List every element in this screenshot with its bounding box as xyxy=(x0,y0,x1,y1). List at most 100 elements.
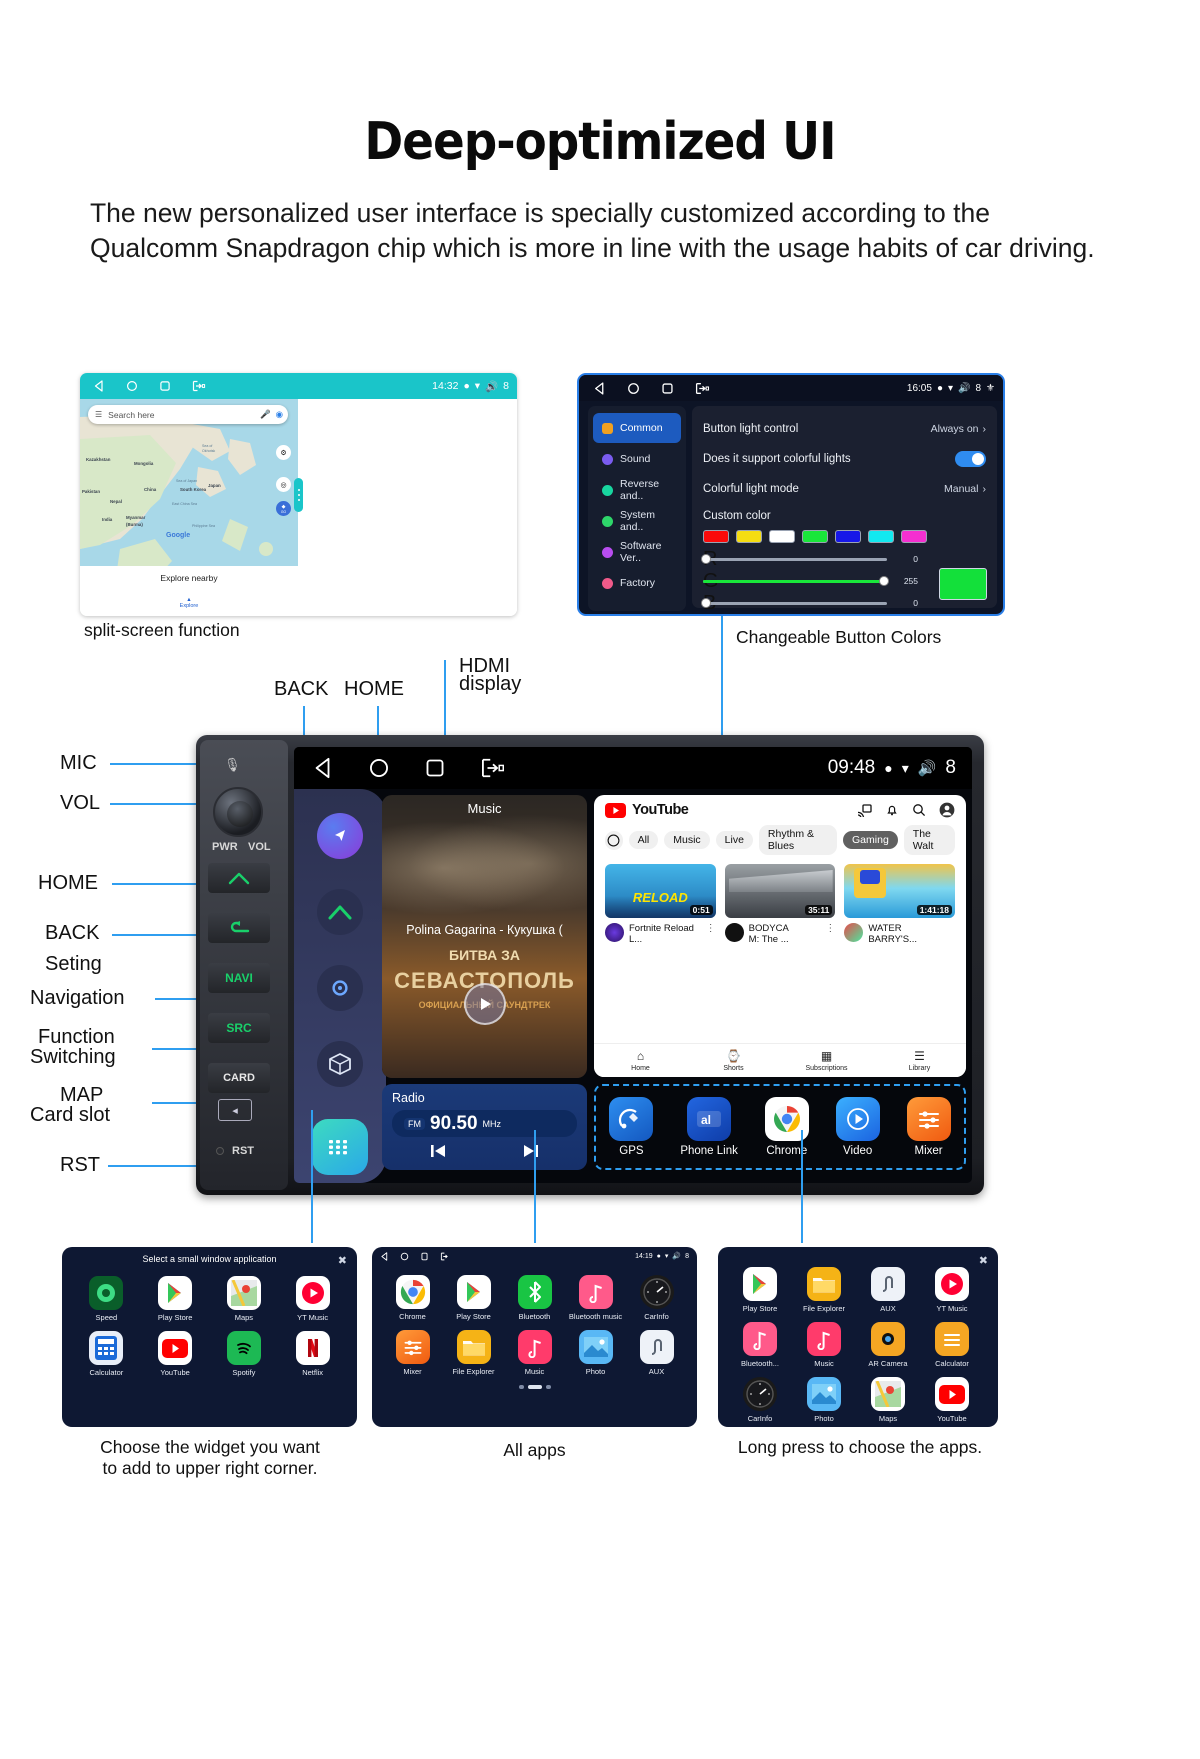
dock-item-phone-link[interactable]: al Phone Link xyxy=(680,1097,738,1157)
mic-icon[interactable]: 🎤 xyxy=(260,409,271,420)
page-dot[interactable] xyxy=(545,1385,551,1389)
list-item[interactable]: Calculator xyxy=(920,1322,984,1368)
map-bottom-tab[interactable]: ▲ Explore xyxy=(80,590,298,616)
map-go-button[interactable]: ◆ GO xyxy=(276,501,291,516)
avatar-icon[interactable]: ◉ xyxy=(276,409,283,420)
split-divider-handle[interactable] xyxy=(294,478,303,512)
list-item[interactable]: Maps xyxy=(856,1377,920,1423)
video-thumbnail[interactable]: RELOAD 0:51 xyxy=(605,864,716,918)
chip-music[interactable]: Music xyxy=(664,831,710,849)
swatch-blue[interactable] xyxy=(835,530,861,543)
list-item[interactable]: S xyxy=(984,1267,998,1313)
list-item[interactable]: Calculator xyxy=(72,1331,141,1377)
home-icon[interactable] xyxy=(126,380,138,392)
swatch-white[interactable] xyxy=(769,530,795,543)
swatch-red[interactable] xyxy=(703,530,729,543)
map-locate-button[interactable]: ◎ xyxy=(276,477,291,492)
list-item[interactable]: AUX xyxy=(626,1330,687,1376)
youtube-widget[interactable]: YouTube All Music Live Rhythm & Blues Ga… xyxy=(594,795,966,1077)
video-card[interactable]: RELOAD 0:51 Fortnite Reload L... ⋮ xyxy=(605,864,716,945)
video-thumbnail[interactable]: 1:41:18 xyxy=(844,864,956,918)
map-layers-button[interactable]: ⚙ xyxy=(276,445,291,460)
recents-icon[interactable] xyxy=(420,1252,429,1261)
hdmi-display-icon[interactable] xyxy=(192,380,206,392)
back-icon[interactable] xyxy=(312,757,334,779)
color-swatch-list[interactable] xyxy=(703,530,986,543)
tab-library[interactable]: ☰ Library xyxy=(873,1044,966,1077)
list-item[interactable]: Bluetooth music xyxy=(565,1275,626,1321)
list-item[interactable]: Maps xyxy=(210,1276,279,1322)
list-item[interactable]: C xyxy=(984,1322,998,1368)
notifications-icon[interactable] xyxy=(885,803,899,817)
slider-green[interactable]: G 255 xyxy=(703,570,918,592)
dock-item-mixer[interactable]: Mixer xyxy=(906,1097,951,1157)
list-item[interactable]: Ins xyxy=(984,1377,998,1423)
recents-icon[interactable] xyxy=(159,380,171,392)
recents-icon[interactable] xyxy=(661,382,674,395)
video-thumbnail[interactable]: 35:11 xyxy=(724,864,836,918)
explore-chip[interactable] xyxy=(605,830,623,850)
card-eject-icon[interactable]: ◂ xyxy=(218,1099,252,1121)
list-item[interactable]: Play Store xyxy=(728,1267,792,1313)
swatch-magenta[interactable] xyxy=(901,530,927,543)
search-icon[interactable] xyxy=(912,803,926,817)
list-item[interactable]: Music xyxy=(792,1322,856,1368)
home-button[interactable] xyxy=(208,863,270,893)
src-button[interactable]: SRC xyxy=(208,1013,270,1043)
close-icon[interactable]: ✖ xyxy=(979,1254,988,1267)
list-item[interactable]: Photo xyxy=(565,1330,626,1376)
page-dot-active[interactable] xyxy=(527,1385,542,1389)
setting-row-button-light[interactable]: Button light control Always on › xyxy=(703,414,986,444)
list-item[interactable]: Play Store xyxy=(141,1276,210,1322)
prev-button[interactable] xyxy=(428,1143,448,1159)
navigation-icon[interactable] xyxy=(317,813,363,859)
music-widget[interactable]: Music Polina Gagarina - Кукушка ( БИТВА … xyxy=(382,795,587,1078)
list-item[interactable]: Chrome xyxy=(382,1275,443,1321)
overflow-menu-icon[interactable]: ⋮ xyxy=(825,923,835,934)
page-indicator[interactable] xyxy=(372,1385,697,1389)
back-button[interactable] xyxy=(208,913,270,943)
volume-knob[interactable] xyxy=(213,787,263,837)
all-apps-icon[interactable] xyxy=(312,1119,368,1175)
sidebar-item-sound[interactable]: Sound xyxy=(593,444,681,474)
tab-subscriptions[interactable]: ▦ Subscriptions xyxy=(780,1044,873,1077)
list-item[interactable]: File Explorer xyxy=(792,1267,856,1313)
mic-icon[interactable]: 🎙 xyxy=(224,757,241,773)
tab-shorts[interactable]: ⌚ Shorts xyxy=(687,1044,780,1077)
tab-home[interactable]: ⌂ Home xyxy=(594,1044,687,1077)
list-item[interactable]: Netflix xyxy=(278,1331,347,1377)
avatar-icon[interactable] xyxy=(939,802,955,818)
hdmi-display-icon[interactable] xyxy=(440,1252,451,1261)
chip-the-walt[interactable]: The Walt xyxy=(903,825,955,855)
slider-track[interactable] xyxy=(701,598,887,608)
back-icon[interactable] xyxy=(380,1251,389,1261)
sidebar-item-software[interactable]: Software Ver.. xyxy=(593,537,681,567)
chip-gaming[interactable]: Gaming xyxy=(843,831,898,849)
slider-blue[interactable]: B 0 xyxy=(701,592,918,614)
hdmi-display-icon[interactable] xyxy=(695,382,710,395)
list-item[interactable]: Bluetooth xyxy=(504,1275,565,1321)
slider-track[interactable] xyxy=(701,554,887,564)
navi-button[interactable]: NAVI xyxy=(208,963,270,993)
list-item[interactable]: Play Store xyxy=(443,1275,504,1321)
video-card[interactable]: 35:11 BODYCA M: The ... ⋮ xyxy=(724,864,836,945)
list-item[interactable]: Mixer xyxy=(382,1330,443,1376)
list-item[interactable]: Music xyxy=(504,1330,565,1376)
back-icon[interactable] xyxy=(93,380,105,392)
chip-rhythm-blues[interactable]: Rhythm & Blues xyxy=(758,825,838,855)
dock-item-gps[interactable]: GPS xyxy=(609,1097,654,1157)
list-item[interactable]: Bluetooth... xyxy=(728,1322,792,1368)
list-item[interactable]: CarInfo xyxy=(728,1377,792,1423)
home-icon[interactable] xyxy=(627,382,640,395)
list-item[interactable]: Photo xyxy=(792,1377,856,1423)
hdmi-display-icon[interactable] xyxy=(480,757,506,779)
slider-red[interactable]: R 0 xyxy=(701,548,918,570)
list-item[interactable]: File Explorer xyxy=(443,1330,504,1376)
sidebar-item-system[interactable]: System and.. xyxy=(593,506,681,536)
list-item[interactable]: YT Music xyxy=(278,1276,347,1322)
list-item[interactable]: YouTube xyxy=(141,1331,210,1377)
recents-icon[interactable] xyxy=(424,757,446,779)
list-item[interactable]: AUX xyxy=(856,1267,920,1313)
channel-avatar[interactable] xyxy=(844,923,864,942)
card-slot[interactable]: CARD xyxy=(208,1063,270,1093)
